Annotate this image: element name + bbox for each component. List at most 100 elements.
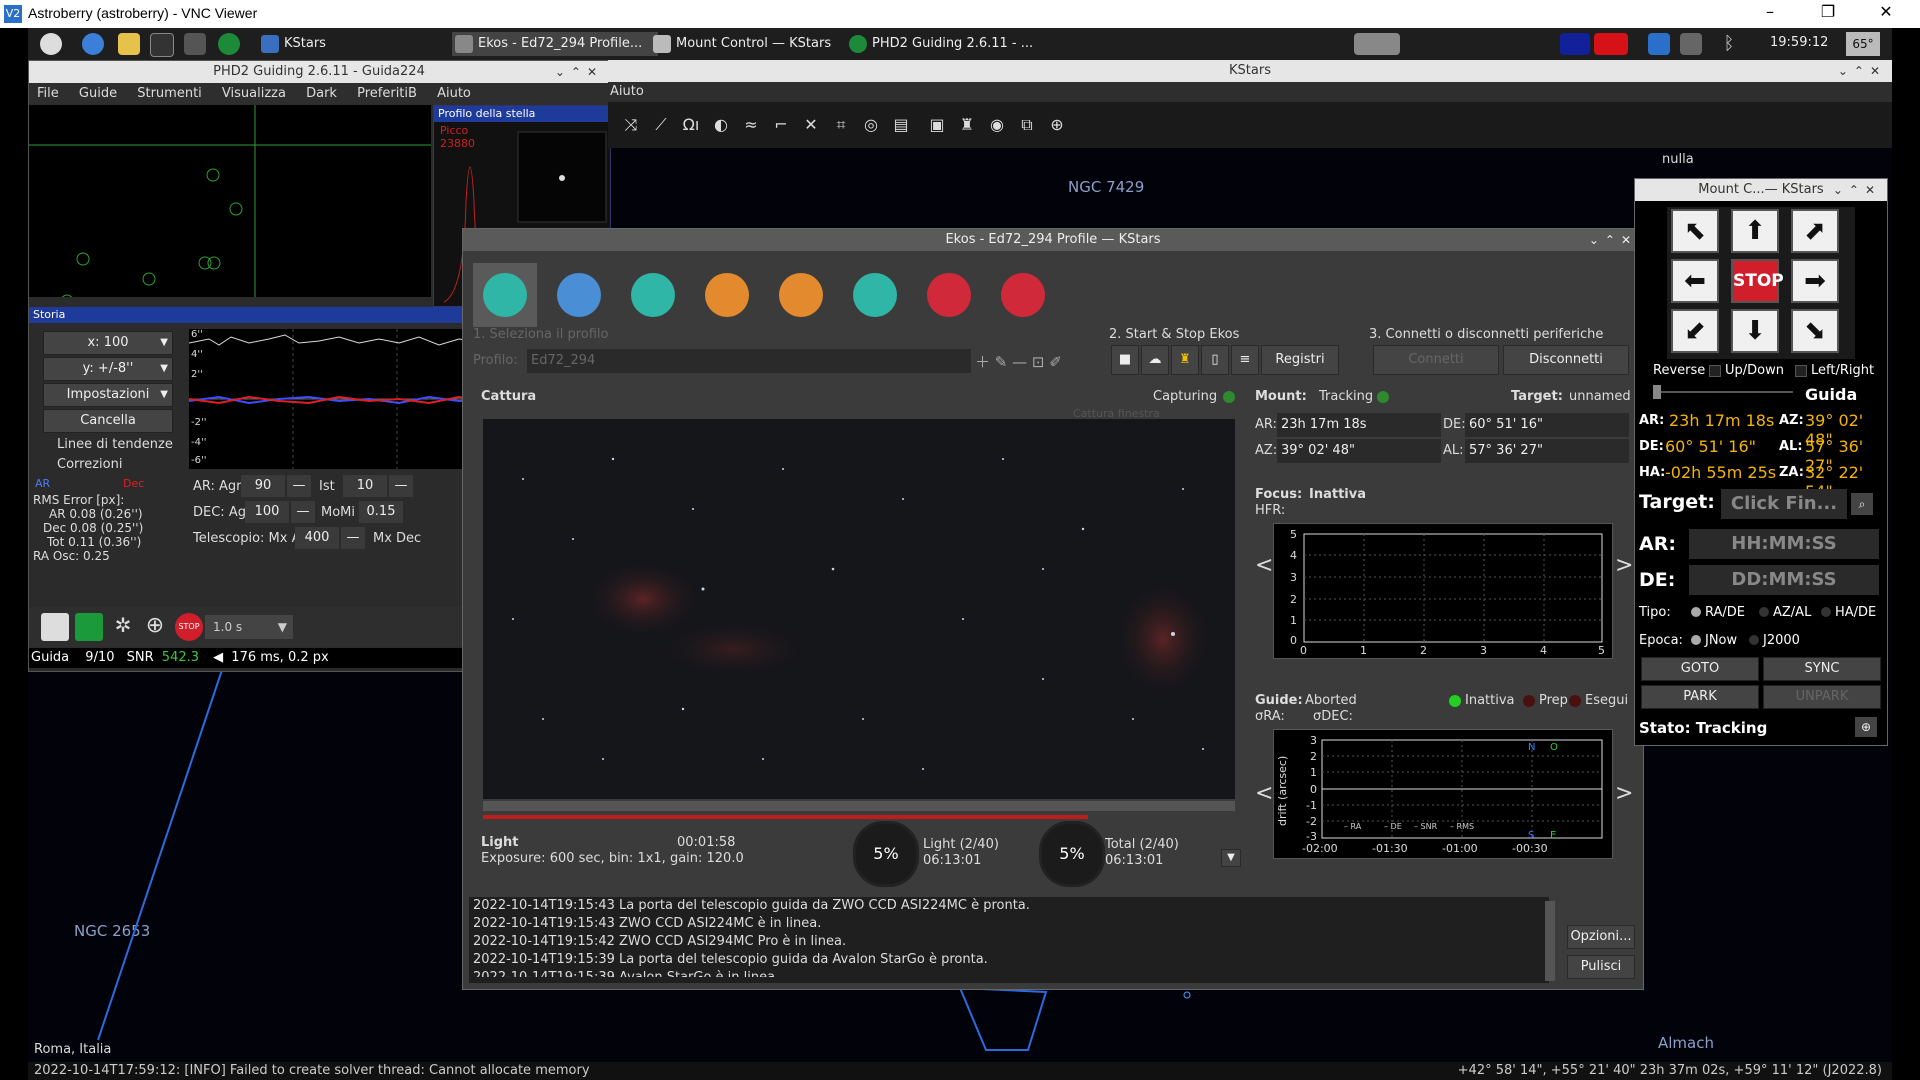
arrow-right-icon[interactable]: ➡ [1791,259,1839,303]
stop-button[interactable]: STOP [1731,259,1784,303]
arrow-left-icon[interactable]: ⬅ [1671,259,1719,303]
tab-focus[interactable] [769,263,833,327]
window-controls[interactable]: ⌄⌃✕ [1589,229,1637,251]
corrections-checkbox[interactable]: Correzioni [57,457,122,472]
goto-button[interactable]: GOTO [1641,657,1759,681]
auto-select-star-icon[interactable]: ✲ [109,613,137,641]
folder-icon[interactable] [118,33,140,55]
search-icon[interactable]: ⌕ [1851,493,1873,515]
menu-strumenti[interactable]: Strumenti [137,86,202,101]
disconnetti-button[interactable]: Disconnetti [1503,345,1629,375]
constellation-art-icon[interactable]: ⟋ [650,114,672,136]
phd2-camera-view[interactable] [29,105,431,308]
window-controls[interactable]: ⌄⌃✕ [1838,60,1886,82]
trend-lines-checkbox[interactable]: Linee di tendenze [57,437,173,452]
registri-button[interactable]: Registri [1261,345,1339,375]
capture-preview-image[interactable] [483,419,1235,799]
focus-prev-arrow[interactable]: < [1255,553,1273,578]
tel-mx-ar-minus[interactable]: — [341,527,365,549]
focus-next-arrow[interactable]: > [1615,553,1633,578]
x-scale-dropdown[interactable]: x: 100 ▼ [43,331,173,355]
supernova-icon[interactable]: ≈ [740,114,762,136]
menu-preferiti[interactable]: PreferitiB [357,86,417,101]
menu-aiuto[interactable]: Aiuto [437,86,471,101]
stop-icon[interactable]: STOP [175,613,203,641]
opzioni-button[interactable]: Opzioni... [1567,925,1635,949]
taskbar-app-ekos[interactable]: Ekos - Ed72_294 Profile... [452,32,658,56]
tab-guide[interactable] [991,263,1055,327]
equatorial-grid-icon[interactable]: ⌗ [830,114,852,136]
taskbar-app-phd2[interactable]: PHD2 Guiding 2.6.11 - ... [846,32,1072,56]
ar-agr-input[interactable]: 90 [241,475,285,497]
desktop-pager-icon[interactable] [1354,33,1400,55]
loop-icon[interactable] [75,613,103,641]
ar-coordinate-input[interactable]: HH:MM:SS [1689,529,1879,559]
constellation-lines-icon[interactable]: ⤨ [620,114,642,136]
settings-sliders-icon[interactable]: ≡ [1231,345,1259,375]
speed-slider-handle[interactable] [1653,385,1661,399]
arrow-southwest-icon[interactable]: ⬋ [1671,309,1719,353]
ist-input[interactable]: 10 [343,475,387,497]
profile-edit-icons[interactable]: ＋ ✎ — ⊡ ✐ [975,351,1062,372]
crosshair-icon[interactable]: ⊕ [1046,114,1068,136]
radio-azal[interactable] [1759,607,1769,617]
fits-viewer-icon[interactable]: ⧉ [1016,114,1038,136]
y-scale-dropdown[interactable]: y: +/-8'' ▼ [43,357,173,381]
dome-icon[interactable]: ♜ [1171,345,1199,375]
chevron-down-icon[interactable]: ▼ [1221,849,1241,867]
menu-file[interactable]: File [37,86,59,101]
phd2-launcher-icon[interactable] [218,33,240,55]
network-icon[interactable] [1680,33,1702,55]
horizon-icon[interactable]: ⌐ [770,114,792,136]
radio-j2000[interactable] [1749,635,1759,645]
radio-jnow[interactable] [1691,635,1701,645]
pulisci-button[interactable]: Pulisci [1567,955,1635,979]
radio-rade[interactable] [1691,607,1701,617]
settings-dropdown[interactable]: Impostazioni ▼ [43,383,173,407]
pin-icon[interactable]: ⊕ [1855,717,1877,737]
radio-hade[interactable] [1821,607,1831,617]
maximize-icon[interactable]: ❐ [1808,2,1848,21]
park-button[interactable]: PARK [1641,685,1759,709]
taskbar-app-mount[interactable]: Mount Control — KStars [650,32,876,56]
menu-visualizza[interactable]: Visualizza [222,86,286,101]
tab-capture[interactable] [695,263,759,327]
dec-agr-minus[interactable]: — [291,501,315,523]
window-controls[interactable]: ⌄⌃✕ [1833,179,1881,201]
dec-agr-input[interactable]: 100 [245,501,289,523]
terminal-icon[interactable] [150,33,174,57]
solar-system-icon[interactable]: ◐ [710,114,732,136]
indi-control-icon[interactable]: ♜ [956,114,978,136]
guide-next-arrow[interactable]: > [1615,781,1633,806]
menu-dark[interactable]: Dark [306,86,337,101]
profile-select[interactable]: Ed72_294 [527,349,971,373]
connetti-button[interactable]: Connetti [1373,345,1499,375]
arrow-up-icon[interactable]: ⬆ [1731,209,1779,253]
menu-guide[interactable]: Guide [79,86,117,101]
ekos-toolbar-icon[interactable]: ▣ [926,114,948,136]
close-icon[interactable]: ✕ [1866,2,1906,21]
target-search-input[interactable]: Click Fin... [1721,489,1847,519]
speed-slider[interactable] [1653,391,1793,393]
arrow-northeast-icon[interactable]: ⬈ [1791,209,1839,253]
ar-agr-minus[interactable]: — [287,475,311,497]
exposure-dropdown[interactable]: 1.0 s ▼ [205,615,293,639]
vnc-tray-icon[interactable] [1648,33,1670,55]
arrow-northwest-icon[interactable]: ⬉ [1671,209,1719,253]
momi-input[interactable]: 0.15 [359,501,403,523]
arrow-down-icon[interactable]: ⬇ [1731,309,1779,353]
browser-icon[interactable] [82,33,104,55]
menu-aiuto[interactable]: Aiuto [610,84,644,99]
tab-align[interactable] [917,263,981,327]
guide-crosshair-icon[interactable]: ⊕ [141,613,169,641]
fov-icon[interactable]: ▤ [890,114,912,136]
window-controls[interactable]: ⌄⌃✕ [555,61,603,83]
de-coordinate-input[interactable]: DD:MM:SS [1689,565,1879,595]
hips-icon[interactable]: ◉ [986,114,1008,136]
ground-icon[interactable]: ◎ [860,114,882,136]
guide-prev-arrow[interactable]: < [1255,781,1273,806]
tools-icon[interactable] [184,33,206,55]
constellation-names-icon[interactable]: Ωı [680,114,702,136]
leftright-checkbox[interactable] [1795,365,1807,377]
arrow-southeast-icon[interactable]: ⬊ [1791,309,1839,353]
